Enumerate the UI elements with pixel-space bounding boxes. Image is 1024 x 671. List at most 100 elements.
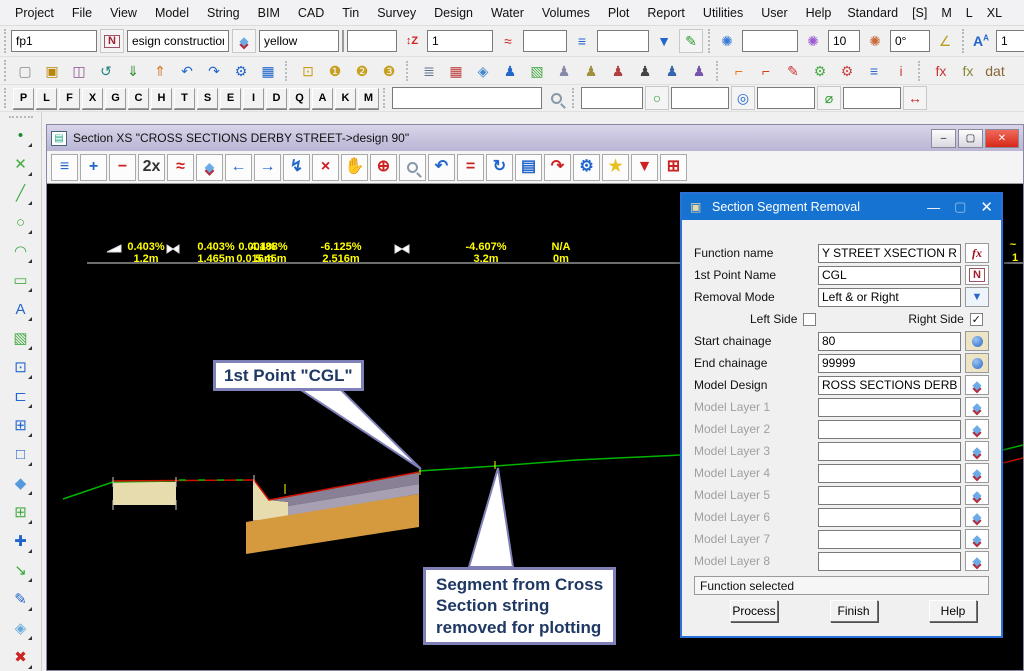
model-layer-input[interactable] (818, 442, 961, 461)
import-icon[interactable]: ⇓ (120, 59, 146, 83)
colour-swatch[interactable] (342, 30, 344, 52)
next-section-icon[interactable]: → (254, 154, 281, 181)
gear-green-icon[interactable]: ⚙ (807, 59, 833, 83)
snap-arrow-icon[interactable]: ↘ (7, 557, 34, 584)
string-inquire-icon[interactable]: i (888, 59, 914, 83)
string-edit-icon[interactable]: ✎ (780, 59, 806, 83)
rotation-input[interactable] (890, 30, 930, 52)
create-line-icon[interactable]: ╱ (7, 180, 34, 207)
menu-item[interactable]: Design (425, 3, 482, 23)
zoom-window-icon[interactable]: ⊕ (370, 154, 397, 181)
create-polygon-icon[interactable]: ○ (7, 209, 34, 236)
create-text-icon[interactable]: A (7, 296, 34, 323)
user-string-icon[interactable]: ♟ (659, 59, 685, 83)
toolbar-grip[interactable] (383, 88, 388, 109)
menu-item[interactable]: BIM (249, 3, 289, 23)
command-input[interactable] (392, 87, 542, 109)
help-button[interactable]: Help (929, 600, 977, 622)
user-icon[interactable]: ♟ (497, 59, 523, 83)
open-project-icon[interactable]: ▣ (39, 59, 65, 83)
menu-item[interactable]: Project (6, 3, 63, 23)
calendar-icon[interactable]: ▦ (443, 59, 469, 83)
menu-item[interactable]: Tin (333, 3, 368, 23)
settings-gear-icon[interactable]: ⚙ (228, 59, 254, 83)
plane-icon[interactable]: ◆ (7, 470, 34, 497)
point-circle-button[interactable]: ○ (645, 86, 669, 110)
function-name-input[interactable] (818, 244, 961, 263)
z-value-button[interactable]: ↕Z (400, 29, 424, 53)
folder-1-icon[interactable]: ❶ (322, 59, 348, 83)
measure-input[interactable] (843, 87, 901, 109)
snap-toggle-button[interactable]: H (151, 88, 172, 109)
start-chainage-picker-button[interactable] (965, 331, 989, 351)
snap-toggle-button[interactable]: G (105, 88, 126, 109)
rectangle-outline-icon[interactable]: □ (7, 441, 34, 468)
menu-item[interactable]: Utilities (694, 3, 752, 23)
models-layers-icon[interactable]: ◆ (196, 154, 223, 181)
user-model-icon[interactable]: ♟ (551, 59, 577, 83)
text-size-input[interactable] (996, 30, 1024, 52)
previous-section-icon[interactable]: ← (225, 154, 252, 181)
coord-x-input[interactable] (581, 87, 643, 109)
tag-icon[interactable]: ◈ (470, 59, 496, 83)
removal-mode-select[interactable] (818, 288, 961, 307)
default-colour-input[interactable] (259, 30, 339, 52)
snap-toggle-button[interactable]: X (82, 88, 103, 109)
model-layer-picker-button[interactable]: ◆ (965, 507, 989, 527)
menu-item[interactable]: Help (797, 3, 841, 23)
dialog-titlebar[interactable]: ▣ Section Segment Removal — ▢ ✕ (682, 194, 1001, 220)
menu-item[interactable]: Water (482, 3, 533, 23)
name-picker-button[interactable]: N (100, 29, 124, 53)
save-project-icon[interactable]: ◫ (66, 59, 92, 83)
function-fx-icon[interactable]: fx (928, 59, 954, 83)
dimension-icon[interactable]: ⊏ (7, 383, 34, 410)
text-style-button[interactable]: AA (969, 29, 993, 53)
dialog-maximize-button[interactable]: ▢ (954, 199, 966, 215)
left-side-checkbox[interactable] (803, 313, 816, 326)
display-settings-icon[interactable]: ▦ (255, 59, 281, 83)
dropdown-button[interactable]: ▼ (652, 29, 676, 53)
model-layer-picker-button[interactable]: ◆ (965, 397, 989, 417)
menu-item[interactable]: String (198, 3, 249, 23)
function-dat-icon[interactable]: dat (982, 59, 1008, 83)
dialog-minimize-button[interactable]: — (927, 200, 940, 215)
right-side-checkbox[interactable]: ✓ (970, 313, 983, 326)
linetype-button[interactable]: ≡ (570, 29, 594, 53)
linestyle-input[interactable] (523, 30, 567, 52)
delete-x-icon[interactable]: ✖ (7, 644, 34, 671)
user-brush-icon[interactable]: ♟ (686, 59, 712, 83)
symbol-input[interactable] (742, 30, 798, 52)
snap-toggle-button[interactable]: L (36, 88, 57, 109)
linetype-input[interactable] (597, 30, 649, 52)
search-button[interactable] (544, 86, 568, 110)
toolbar-grip[interactable] (4, 88, 9, 109)
angle-button[interactable]: ∠ (933, 29, 957, 53)
zoom-out-minus-icon[interactable]: − (109, 154, 136, 181)
coord-y-input[interactable] (671, 87, 729, 109)
layout-grid-icon[interactable]: ⊞ (660, 154, 687, 181)
symbol-size-button[interactable]: ✺ (801, 29, 825, 53)
undo-view-icon[interactable]: ↶ (428, 154, 455, 181)
regenerate-icon[interactable]: ≈ (167, 154, 194, 181)
copy-parallel-icon[interactable]: ⊡ (7, 354, 34, 381)
new-project-icon[interactable]: ▢ (12, 59, 38, 83)
end-chainage-picker-button[interactable] (965, 353, 989, 373)
scatter-icon[interactable]: × (312, 154, 339, 181)
zoom-in-plus-icon[interactable]: + (80, 154, 107, 181)
toolbar-grip[interactable] (572, 88, 577, 109)
model-layer-picker-button[interactable]: ◆ (965, 463, 989, 483)
point-diameter-button[interactable]: ⌀ (817, 86, 841, 110)
export-icon[interactable]: ⇑ (147, 59, 173, 83)
photo-icon[interactable]: ▧ (524, 59, 550, 83)
zoom-magnifier-icon[interactable] (399, 154, 426, 181)
start-chainage-input[interactable] (818, 332, 961, 351)
height-input[interactable] (347, 30, 397, 52)
process-button[interactable]: Process (730, 600, 778, 622)
view-menu-icon[interactable]: ≡ (51, 154, 78, 181)
model-layer-input[interactable] (818, 486, 961, 505)
plot-print-icon[interactable]: ▤ (515, 154, 542, 181)
model-layer-picker-button[interactable]: ◆ (965, 529, 989, 549)
menu-item[interactable]: User (752, 3, 796, 23)
refresh-icon[interactable]: ↻ (486, 154, 513, 181)
model-layer-input[interactable] (818, 398, 961, 417)
